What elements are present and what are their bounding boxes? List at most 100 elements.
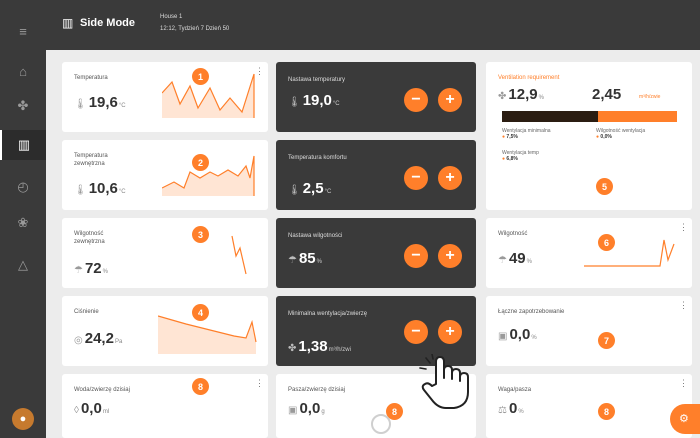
card-value: ◊ 0,0ml (74, 400, 110, 417)
card-label: Wilgotność (498, 231, 528, 237)
humidity-icon: ☂ (288, 255, 297, 266)
more-icon[interactable]: ⋮ (679, 300, 688, 311)
card-label: Waga/pasza (498, 387, 532, 393)
building-icon[interactable]: ▥ (0, 130, 46, 160)
legend-humidity-ventilation: Wilgotność wentylacja0,0% (596, 128, 645, 140)
legend-temp-ventilation: Wentylacja temp6,8% (502, 150, 539, 162)
thermometer-icon: 🌡 (74, 99, 87, 110)
house-subtitle: 12:12, Tydzień 7 Dzień 50 (160, 26, 230, 32)
feed-icon: ▣ (288, 405, 298, 416)
card-value: ▣ 0,0g (288, 400, 325, 417)
thermometer-icon: 🌡 (288, 97, 301, 108)
feed-icon: ▣ (498, 331, 508, 342)
outdoor-humidity-sparkline (231, 235, 247, 275)
thermometer-icon: 🌡 (288, 185, 301, 196)
gear-icon: ⚙ (679, 413, 689, 425)
humidity-card[interactable]: Wilgotność ☂ 49% ⋮ (486, 218, 692, 288)
ventilation-rate-unit: m³/h/zwie (639, 94, 661, 100)
fan-icon: ✤ (498, 91, 507, 102)
card-label: Ventilation requirement (498, 75, 560, 81)
callout-badge: 4 (192, 304, 209, 321)
card-value: ⚖ 0% (498, 400, 524, 417)
callout-badge: 1 (192, 68, 209, 85)
card-value: ✤ 12,9% (498, 86, 544, 103)
settings-fab[interactable]: ⚙ (670, 404, 700, 434)
menu-icon[interactable]: ≡ (0, 16, 46, 46)
card-value: ☂ 85% (288, 250, 322, 267)
card-value: 🌡 2,5°C (288, 180, 332, 197)
outdoor-humidity-card[interactable]: Wilgotność zewnętrzna ☂ 72% (62, 218, 268, 288)
feed-consumption-card[interactable]: Łączne zapotrzebowanie ▣ 0,0% ⋮ (486, 296, 692, 366)
temperature-card[interactable]: Temperatura 🌡 19,6°C ⋮ (62, 62, 268, 132)
hand-pointer-icon (419, 354, 469, 409)
decrease-humidity-button[interactable]: − (404, 244, 428, 268)
card-label: Woda/zwierzę dzisiaj (74, 387, 130, 393)
card-label: Minimalna wentylacja/zwierzę (288, 311, 368, 317)
callout-badge: 3 (192, 226, 209, 243)
top-bar: ▥ Side Mode House 1 12:12, Tydzień 7 Dzi… (46, 0, 700, 50)
animal-weight-card[interactable]: Waga/pasza ⚖ 0% ⋮ (486, 374, 692, 438)
card-label: Wilgotność zewnętrzna (74, 231, 105, 245)
increase-humidity-button[interactable]: + (438, 244, 462, 268)
card-label: Nastawa temperatury (288, 77, 346, 83)
selection-ring (371, 414, 391, 434)
callout-badge: 8 (192, 378, 209, 395)
decrease-ventilation-button[interactable]: − (404, 320, 428, 344)
gauge-icon[interactable]: ◴ (0, 172, 46, 202)
comfort-temperature-card[interactable]: Temperatura komfortu 🌡 2,5°C − + (276, 140, 476, 210)
ventilation-requirement-card[interactable]: Ventilation requirement ✤ 12,9% 2,45 m³/h… (486, 62, 692, 210)
more-icon[interactable]: ⋮ (679, 378, 688, 389)
legend-min-ventilation: Wentylacja minimalna7,5% (502, 128, 551, 140)
bell-icon[interactable]: △ (0, 250, 46, 280)
ventilation-progress-bar (502, 111, 677, 122)
card-value: ☂ 49% (498, 250, 532, 267)
card-value: 🌡 19,0°C (288, 92, 340, 109)
sidebar: ≡ ⌂ ✤ ▥ ◴ ❀ △ ● (0, 0, 46, 438)
pressure-sparkline (158, 315, 257, 354)
outdoor-temperature-card[interactable]: Temperatura zewnętrzna 🌡 10,6°C (62, 140, 268, 210)
home-icon[interactable]: ⌂ (0, 56, 46, 86)
humidity-setpoint-card[interactable]: Nastawa wilgotności ☂ 85% − + (276, 218, 476, 288)
callout-badge: 2 (192, 154, 209, 171)
house-name: House 1 (160, 14, 183, 20)
card-label: Nastawa wilgotności (288, 233, 343, 239)
card-value: 🌡 10,6°C (74, 180, 126, 197)
more-icon[interactable]: ⋮ (255, 378, 264, 389)
card-value: ☂ 72% (74, 260, 108, 277)
callout-badge: 6 (598, 234, 615, 251)
card-value: 🌡 19,6°C (74, 94, 126, 111)
callout-badge: 5 (596, 178, 613, 195)
water-icon: ◊ (74, 405, 79, 416)
humidity-icon: ☂ (498, 255, 507, 266)
fan-icon[interactable]: ✤ (0, 91, 46, 121)
temperature-setpoint-card[interactable]: Nastawa temperatury 🌡 19,0°C − + (276, 62, 476, 132)
card-value: ▣ 0,0% (498, 326, 537, 343)
page-title[interactable]: Side Mode (80, 17, 135, 29)
callout-badge: 8 (598, 403, 615, 420)
decrease-temperature-button[interactable]: − (404, 88, 428, 112)
decrease-comfort-button[interactable]: − (404, 166, 428, 190)
building-mode-icon: ▥ (62, 16, 74, 30)
increase-ventilation-button[interactable]: + (438, 320, 462, 344)
callout-badge: 7 (598, 332, 615, 349)
water-per-animal-card[interactable]: Woda/zwierzę dzisiaj ◊ 0,0ml ⋮ (62, 374, 268, 438)
ventilation-rate-value: 2,45 (592, 86, 622, 103)
ventilation-progress-fill (502, 111, 599, 122)
thermometer-icon: 🌡 (74, 185, 87, 196)
vent-icon[interactable]: ❀ (0, 208, 46, 238)
outdoor-temperature-sparkline (162, 155, 255, 196)
humidity-icon: ☂ (74, 265, 83, 276)
user-avatar[interactable]: ● (12, 408, 34, 430)
card-label: Łączne zapotrzebowanie (498, 309, 565, 315)
fan-icon: ✤ (288, 343, 297, 354)
card-label: Temperatura (74, 75, 108, 81)
pressure-icon: ◎ (74, 335, 83, 346)
increase-comfort-button[interactable]: + (438, 166, 462, 190)
card-value: ✤ 1,38m³/h/zwi (288, 338, 351, 355)
card-label: Temperatura zewnętrzna (74, 153, 108, 167)
card-label: Pasza/zwierzę dzisiaj (288, 387, 346, 393)
temperature-sparkline (162, 73, 255, 118)
increase-temperature-button[interactable]: + (438, 88, 462, 112)
weight-icon: ⚖ (498, 405, 507, 416)
pressure-card[interactable]: Ciśnienie ◎ 24,2Pa (62, 296, 268, 366)
